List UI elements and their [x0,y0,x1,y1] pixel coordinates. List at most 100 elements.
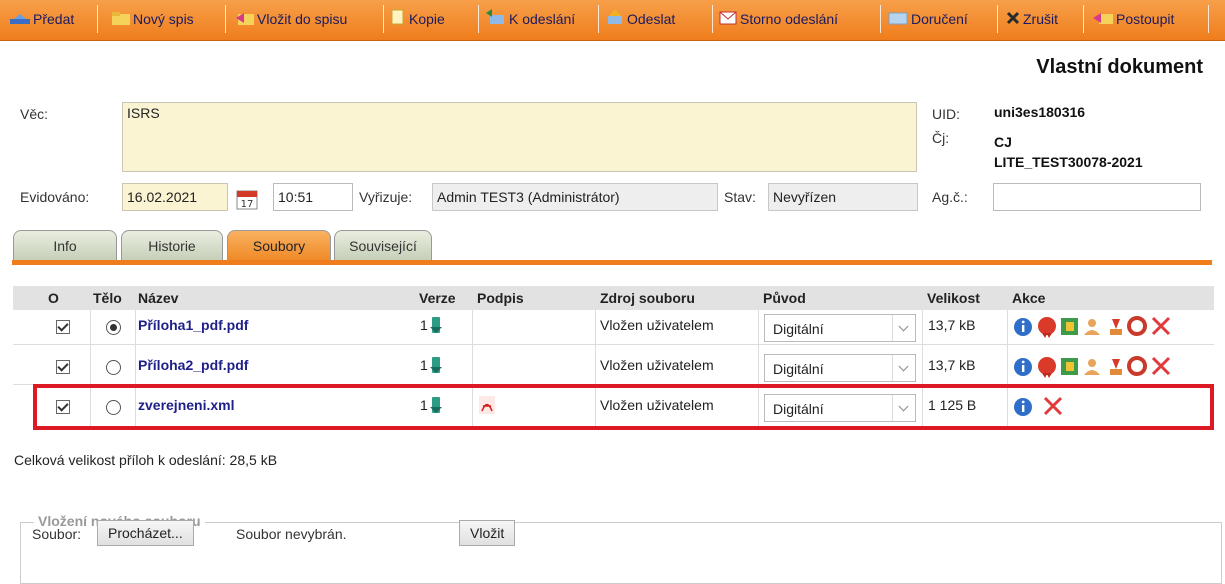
row-checkbox[interactable] [56,360,70,374]
version-value: 1 [420,317,428,333]
copy-icon [390,7,406,33]
toolbar-separator [712,5,713,33]
toolbar-separator [598,5,599,33]
download-icon[interactable] [430,317,442,333]
vlozit-do-spisu-button[interactable]: Vložit do spisu [236,6,347,32]
source-value: Vložen uživatelem [600,317,714,333]
toolbar: Předat Nový spis Vložit do spisu Kopie K… [0,0,1225,41]
storno-odeslani-button[interactable]: Storno odeslání [719,6,838,32]
header-telo: Tělo [93,290,122,306]
k-odeslani-button[interactable]: K odeslání [486,6,575,32]
download-icon[interactable] [430,357,442,373]
cancel-mail-icon [719,7,737,33]
novy-spis-button[interactable]: Nový spis [112,6,194,32]
uid-value: uni3es180316 [994,104,1086,120]
origin-select[interactable]: Digitální [764,314,916,342]
tab-souvisejici[interactable]: Související [334,230,432,260]
toolbar-separator [478,5,479,33]
toolbar-separator [1208,5,1209,33]
vyrizuje-field[interactable]: Admin TEST3 (Administrátor) [432,183,718,211]
evidovano-label: Evidováno: [20,189,90,205]
refresh-icon[interactable] [1127,356,1147,376]
user-icon[interactable] [1084,359,1100,375]
forward-icon [1093,7,1113,33]
upload-fieldset [20,522,1222,584]
tab-underline [12,260,1212,265]
odeslat-button[interactable]: Odeslat [606,6,675,32]
time-field[interactable]: 10:51 [273,183,353,211]
info-icon[interactable] [1014,358,1032,376]
chevron-down-icon [892,355,915,381]
document-title: Vlastní dokument [1036,56,1203,78]
kopie-button[interactable]: Kopie [390,6,445,32]
uid-label: UID: [932,106,960,122]
size-value: 13,7 kB [928,357,976,373]
body-radio[interactable] [106,320,121,335]
user-icon[interactable] [1084,319,1100,335]
header-akce: Akce [1012,290,1046,306]
header-o: O [48,290,59,306]
toolbar-separator [225,5,226,33]
action-icons [1012,315,1202,342]
vec-label: Věc: [20,106,49,122]
vec-field[interactable]: ISRS [122,102,917,172]
stav-label: Stav: [724,189,756,205]
cj-label: Čj: [932,130,950,146]
highlight-box [33,384,1214,430]
toolbar-separator [880,5,881,33]
seal-icon[interactable] [1038,317,1056,338]
delete-icon[interactable] [1151,316,1171,336]
source-value: Vložen uživatelem [600,357,714,373]
doruceni-button[interactable]: Doručení [888,6,968,32]
cj-value-line1: CJ [994,134,1012,150]
delivery-icon [888,7,908,33]
date-field[interactable]: 16.02.2021 [122,183,228,211]
header-nazev: Název [138,290,179,306]
version-value: 1 [420,357,428,373]
insert-folder-icon [236,7,254,33]
folder-icon [112,7,130,33]
tab-info[interactable]: Info [13,230,117,260]
file-name-link[interactable]: Příloha1_pdf.pdf [138,317,248,333]
no-file-text: Soubor nevybrán. [236,526,347,542]
zrusit-button[interactable]: Zrušit [1006,6,1058,32]
agc-field[interactable] [993,183,1201,211]
cj-value-line2: LITE_TEST30078-2021 [994,154,1143,170]
calendar-icon[interactable]: 17 [236,188,258,210]
header-zdroj: Zdroj souboru [600,290,695,306]
toolbar-separator [97,5,98,33]
delete-icon[interactable] [1151,356,1171,376]
header-verze: Verze [419,290,456,306]
tab-soubory[interactable]: Soubory [227,230,331,260]
header-podpis: Podpis [477,290,524,306]
postoupit-button[interactable]: Postoupit [1093,6,1174,32]
header-puvod: Původ [763,290,806,306]
refresh-icon[interactable] [1127,316,1147,336]
sign-icon[interactable] [1110,319,1122,335]
total-size-text: Celková velikost příloh k odeslání: 28,5… [14,452,278,468]
vyrizuje-label: Vyřizuje: [359,189,413,205]
stav-field[interactable]: Nevyřízen [768,183,918,211]
body-radio[interactable] [106,360,121,375]
convert-icon[interactable] [1061,318,1078,335]
action-icons [1012,355,1202,382]
row-divider [13,344,1214,345]
header-velikost: Velikost [927,290,980,306]
close-icon [1006,7,1020,33]
origin-select[interactable]: Digitální [764,354,916,382]
handover-icon [10,7,30,33]
to-send-icon [486,7,506,33]
toolbar-separator [383,5,384,33]
convert-icon[interactable] [1061,358,1078,375]
insert-button[interactable]: Vložit [459,520,516,546]
file-name-link[interactable]: Příloha2_pdf.pdf [138,357,248,373]
browse-button[interactable]: Procházet... [97,520,194,546]
predat-button[interactable]: Předat [10,6,74,32]
row-checkbox[interactable] [56,320,70,334]
tab-historie[interactable]: Historie [121,230,223,260]
info-icon[interactable] [1014,318,1032,336]
seal-icon[interactable] [1038,357,1056,378]
svg-text:17: 17 [241,199,254,210]
sign-icon[interactable] [1110,359,1122,375]
send-icon [606,7,624,33]
